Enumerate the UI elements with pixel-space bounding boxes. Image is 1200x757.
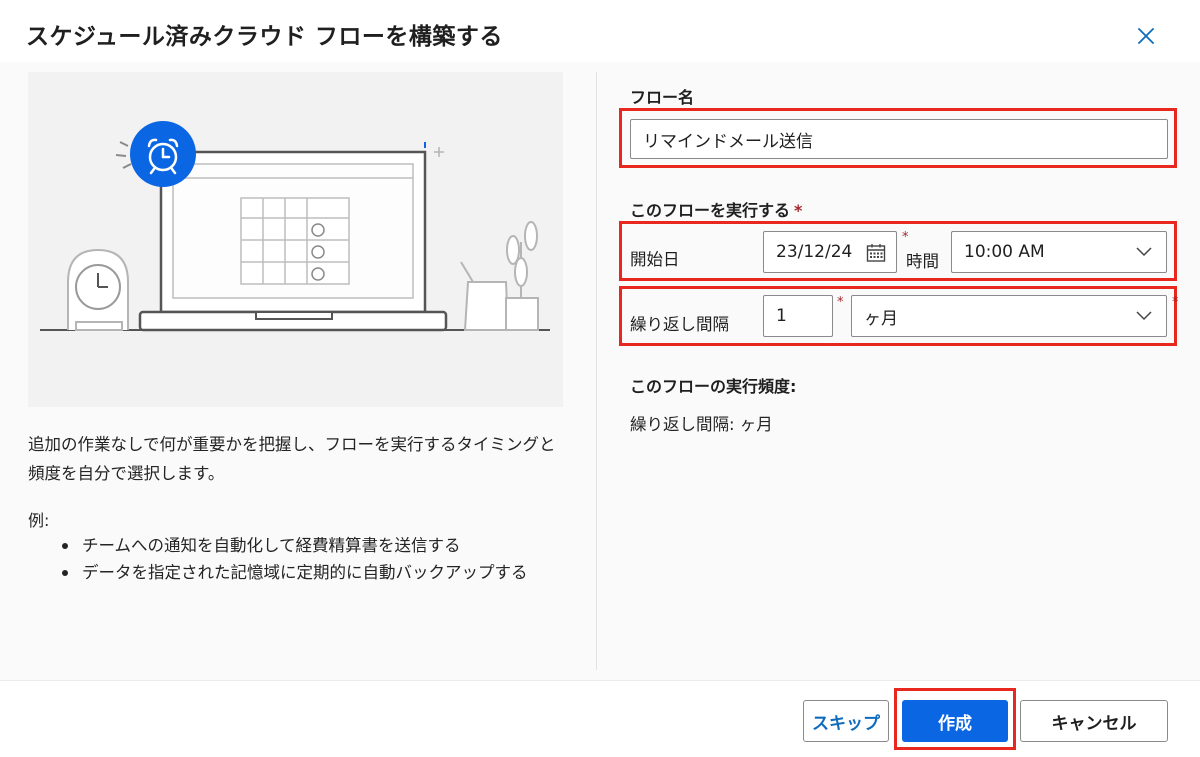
repeat-interval-input[interactable]: 1 [763, 295, 833, 337]
run-frequency-summary: 繰り返し間隔: ヶ月 [630, 415, 773, 434]
alarm-clock-icon [130, 121, 196, 187]
chevron-down-icon [1136, 247, 1152, 257]
plant-graphic [460, 221, 539, 331]
example-list: チームへの通知を自動化して経費精算書を送信する データを指定された記憶域に定期的… [60, 532, 560, 586]
create-button[interactable]: 作成 [902, 700, 1008, 742]
run-label-text: このフローを実行する [630, 201, 791, 220]
dialog-header: スケジュール済みクラウド フローを構築する [0, 0, 1200, 62]
run-frequency-title: このフローの実行頻度: [630, 377, 797, 396]
repeat-interval-label: 繰り返し間隔 [630, 315, 729, 334]
chevron-down-icon [1136, 311, 1152, 321]
run-section-label: このフローを実行する * [630, 197, 802, 221]
required-mark: * [902, 230, 909, 245]
time-label: 時間 [906, 252, 939, 271]
repeat-unit-select[interactable]: ヶ月 [851, 295, 1167, 337]
dialog: スケジュール済みクラウド フローを構築する 追加の作業なしで何が重要かを把握し、… [0, 0, 1200, 757]
close-button[interactable] [1130, 20, 1162, 52]
calendar-icon[interactable] [866, 243, 886, 263]
right-panel: フロー名 リマインドメール送信 このフローを実行する * 開始日 23/12/24 [597, 62, 1200, 680]
required-mark: * [837, 295, 844, 310]
dialog-footer: スキップ 作成 キャンセル [0, 680, 1200, 757]
illustration [28, 72, 563, 407]
desk-clock-graphic [67, 248, 129, 331]
start-date-label: 開始日 [630, 250, 680, 269]
flow-name-label: フロー名 [630, 88, 695, 107]
close-icon [1138, 28, 1154, 44]
required-mark: * [1172, 295, 1179, 310]
flow-name-input[interactable]: リマインドメール送信 [630, 119, 1168, 159]
list-item: チームへの通知を自動化して経費精算書を送信する [60, 532, 560, 559]
list-item: データを指定された記憶域に定期的に自動バックアップする [60, 559, 560, 586]
left-panel: 追加の作業なしで何が重要かを把握し、フローを実行するタイミングと頻度を自分で選択… [0, 62, 596, 680]
required-mark: * [794, 201, 803, 220]
flow-description: 追加の作業なしで何が重要かを把握し、フローを実行するタイミングと頻度を自分で選択… [28, 435, 556, 483]
flow-name-value: リマインドメール送信 [643, 131, 813, 152]
repeat-interval-value: 1 [776, 306, 787, 326]
cancel-button[interactable]: キャンセル [1020, 700, 1168, 742]
repeat-unit-value: ヶ月 [864, 308, 898, 329]
start-date-input[interactable]: 23/12/24 [763, 231, 897, 273]
skip-button[interactable]: スキップ [803, 700, 889, 742]
time-value: 10:00 AM [964, 242, 1045, 262]
laptop-schedule-illustration [40, 121, 550, 332]
example-label: 例: [28, 511, 50, 530]
time-select[interactable]: 10:00 AM [951, 231, 1167, 273]
dialog-title: スケジュール済みクラウド フローを構築する [26, 24, 503, 50]
start-date-value: 23/12/24 [776, 242, 853, 262]
